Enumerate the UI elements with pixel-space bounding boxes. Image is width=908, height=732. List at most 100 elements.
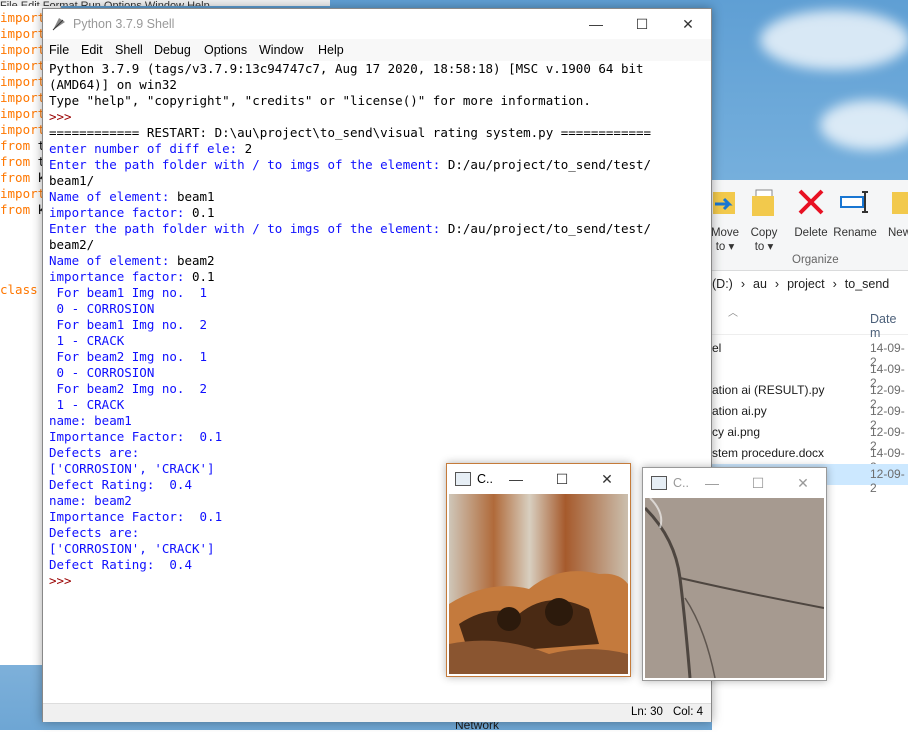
copy-to-button[interactable]: Copy to ▾ bbox=[746, 186, 782, 254]
console-user-input: 0.1 bbox=[192, 269, 215, 284]
console-line: >>> bbox=[49, 109, 699, 125]
code-keyword: import bbox=[0, 122, 46, 137]
console-text: For beam1 Img no. 1 bbox=[49, 285, 208, 300]
cloud bbox=[760, 10, 908, 70]
new-folder-button[interactable]: New fol bbox=[888, 186, 908, 240]
file-row[interactable]: ation ai (RESULT).py 12-09-2 bbox=[712, 380, 908, 411]
close-button[interactable]: ✕ bbox=[584, 464, 630, 494]
console-line: Enter the path folder with / to imgs of … bbox=[49, 157, 699, 173]
breadcrumb-au[interactable]: au bbox=[753, 277, 767, 291]
image-window-titlebar[interactable]: C.. — ☐ ✕ bbox=[447, 464, 630, 494]
console-line: enter number of diff ele: 2 bbox=[49, 141, 699, 157]
rename-icon bbox=[840, 191, 868, 213]
file-row[interactable]: 14-09-2 bbox=[712, 359, 908, 390]
code-line: from k bbox=[0, 170, 45, 186]
shell-title: Python 3.7.9 Shell bbox=[73, 17, 175, 31]
move-to-button[interactable]: Move to ▾ bbox=[708, 186, 742, 254]
code-keyword: from bbox=[0, 170, 31, 185]
shell-menubar: File Edit Shell Debug Options Window Hel… bbox=[43, 39, 711, 61]
window-icon bbox=[651, 476, 667, 490]
console-text: Importance Factor: 0.1 bbox=[49, 429, 223, 444]
console-prompt-text: importance factor: bbox=[49, 269, 192, 284]
code-line: import bbox=[0, 186, 45, 202]
console-text: (AMD64)] on win32 bbox=[49, 77, 177, 92]
console-line: 1 - CRACK bbox=[49, 333, 699, 349]
file-date: 12-09-2 bbox=[870, 467, 905, 495]
console-text: beam2/ bbox=[49, 237, 95, 252]
console-text: 1 - CRACK bbox=[49, 397, 125, 412]
console-text: For beam2 Img no. 2 bbox=[49, 381, 208, 396]
close-button[interactable]: ✕ bbox=[780, 468, 826, 498]
minimize-button[interactable]: — bbox=[573, 9, 619, 39]
background-editor-menubar: File Edit Format Run Options Window Help bbox=[0, 0, 330, 6]
console-line: beam1/ bbox=[49, 173, 699, 189]
column-number: Col: 4 bbox=[672, 706, 703, 718]
breadcrumb-drive[interactable]: (D:) bbox=[712, 277, 733, 291]
cloud bbox=[820, 100, 908, 150]
file-name: stem procedure.docx bbox=[712, 446, 825, 460]
rename-button[interactable]: Rename bbox=[832, 186, 878, 240]
console-text: Type "help", "copyright", "credits" or "… bbox=[49, 93, 591, 108]
code-line: from t bbox=[0, 154, 45, 170]
console-line: For beam1 Img no. 1 bbox=[49, 285, 699, 301]
delete-label: Delete bbox=[794, 227, 828, 239]
maximize-button[interactable]: ☐ bbox=[619, 9, 665, 39]
sort-up-icon: ︿ bbox=[728, 308, 738, 319]
console-line: Enter the path folder with / to imgs of … bbox=[49, 221, 699, 237]
file-name: el bbox=[712, 341, 722, 355]
menu-shell[interactable]: Shell bbox=[115, 43, 143, 57]
menu-window[interactable]: Window bbox=[259, 43, 303, 57]
console-text: Importance Factor: 0.1 bbox=[49, 509, 223, 524]
code-keyword: import bbox=[0, 90, 46, 105]
code-keyword: class bbox=[0, 282, 38, 297]
console-text: name: beam1 bbox=[49, 413, 132, 428]
console-prompt-text: Name of element: bbox=[49, 253, 177, 268]
menu-debug[interactable]: Debug bbox=[154, 43, 191, 57]
file-row[interactable]: ation ai.py 12-09-2 bbox=[712, 401, 908, 432]
menu-file[interactable]: File bbox=[49, 43, 69, 57]
code-keyword: import bbox=[0, 186, 46, 201]
image-window-titlebar[interactable]: C.. — ☐ ✕ bbox=[643, 468, 826, 498]
console-line: 1 - CRACK bbox=[49, 397, 699, 413]
console-user-input: D:/au/project/to_send/test/ bbox=[447, 221, 652, 236]
file-row[interactable]: el 14-09-2 bbox=[712, 338, 908, 369]
minimize-button[interactable]: — bbox=[689, 468, 735, 498]
menu-options[interactable]: Options bbox=[204, 43, 247, 57]
file-name: cy ai.png bbox=[712, 425, 761, 439]
window-icon bbox=[455, 472, 471, 486]
console-line: Python 3.7.9 (tags/v3.7.9:13c94747c7, Au… bbox=[49, 61, 699, 77]
code-keyword: import bbox=[0, 106, 46, 121]
console-line: Name of element: beam2 bbox=[49, 253, 699, 269]
console-user-input: beam2 bbox=[176, 253, 215, 268]
maximize-button[interactable]: ☐ bbox=[735, 468, 781, 498]
address-bar[interactable]: (D:) › au › project › to_send bbox=[712, 277, 908, 297]
console-prompt: >>> bbox=[49, 109, 72, 124]
breadcrumb-project[interactable]: project bbox=[787, 277, 825, 291]
code-line: import bbox=[0, 58, 45, 74]
image-window-crack[interactable]: C.. — ☐ ✕ bbox=[642, 467, 827, 681]
code-line: class bbox=[0, 282, 45, 298]
console-text: name: beam2 bbox=[49, 493, 132, 508]
image-window-corrosion[interactable]: C.. — ☐ ✕ bbox=[446, 463, 631, 677]
console-text: Defects are: bbox=[49, 525, 140, 540]
menu-help[interactable]: Help bbox=[318, 43, 344, 57]
console-text: Defects are: bbox=[49, 445, 140, 460]
file-row[interactable]: cy ai.png 12-09-2 bbox=[712, 422, 908, 453]
code-line: import bbox=[0, 106, 45, 122]
new-folder-label: New fol bbox=[888, 227, 908, 239]
console-line: 0 - CORROSION bbox=[49, 301, 699, 317]
console-line: For beam1 Img no. 2 bbox=[49, 317, 699, 333]
delete-button[interactable]: Delete bbox=[792, 186, 830, 240]
shell-titlebar[interactable]: Python 3.7.9 Shell — ☐ ✕ bbox=[43, 9, 711, 39]
corrosion-image bbox=[449, 494, 628, 674]
console-text: 0 - CORROSION bbox=[49, 365, 155, 380]
image-window-title: C.. bbox=[477, 472, 493, 486]
maximize-button[interactable]: ☐ bbox=[539, 464, 585, 494]
close-button[interactable]: ✕ bbox=[665, 9, 711, 39]
file-row[interactable]: stem procedure.docx14-09-2 bbox=[712, 443, 908, 474]
minimize-button[interactable]: — bbox=[493, 464, 539, 494]
date-modified-header[interactable]: Date m bbox=[870, 312, 908, 340]
menu-edit[interactable]: Edit bbox=[81, 43, 103, 57]
breadcrumb-to-send[interactable]: to_send bbox=[845, 277, 889, 291]
